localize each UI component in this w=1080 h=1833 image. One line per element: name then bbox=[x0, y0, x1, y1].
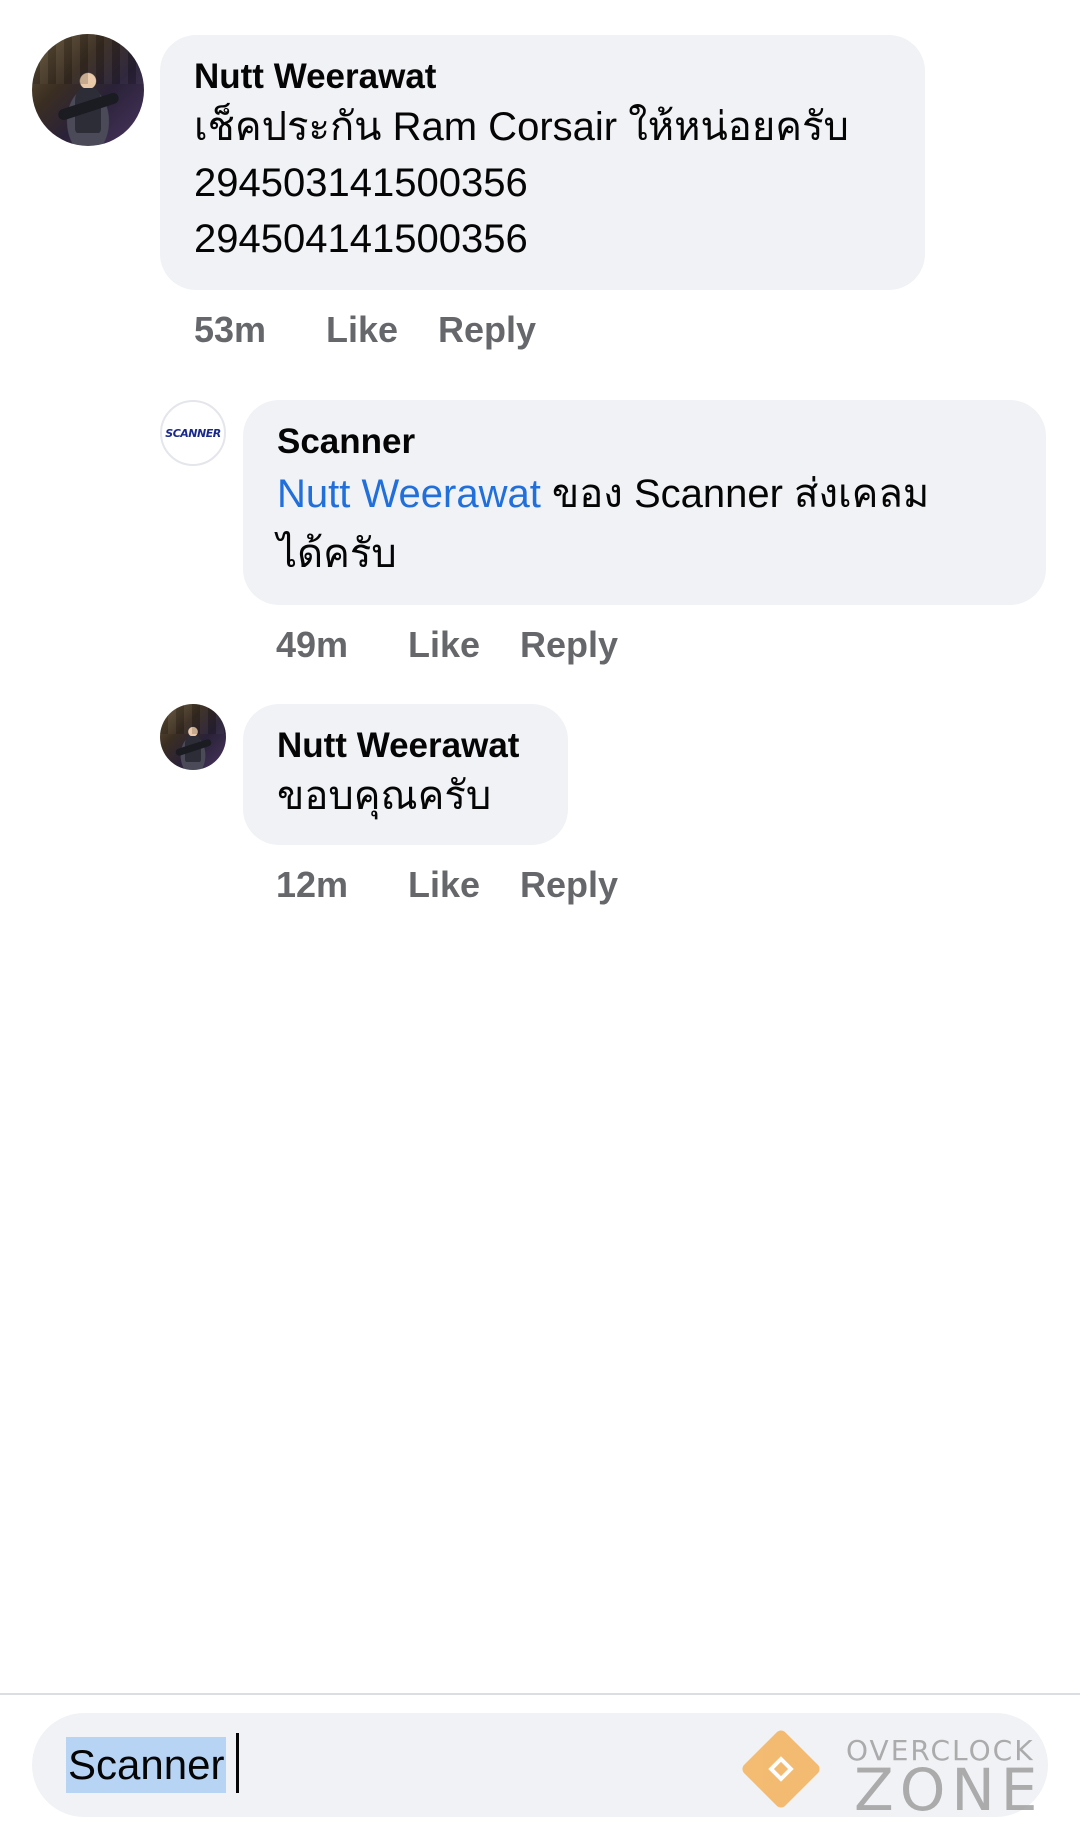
like-button[interactable]: Like bbox=[408, 624, 520, 666]
comment-timestamp[interactable]: 53m bbox=[194, 309, 326, 351]
reply-bubble: Scanner Nutt Weerawat ของ Scanner ส่งเคล… bbox=[243, 400, 1046, 605]
comment-author[interactable]: Nutt Weerawat bbox=[194, 55, 891, 99]
reply-bubble: Nutt Weerawat ขอบคุณครับ bbox=[243, 704, 568, 845]
reply-actions: 49m Like Reply bbox=[276, 624, 618, 666]
like-button[interactable]: Like bbox=[326, 309, 438, 351]
scanner-logo: SCANNER bbox=[165, 426, 221, 440]
reply-text-line: ได้ครับ bbox=[277, 532, 397, 576]
comment-text-line: เช็คประกัน Ram Corsair ให้หน่อยครับ bbox=[194, 105, 849, 149]
composer-divider bbox=[0, 1693, 1080, 1695]
watermark-diamond-icon bbox=[739, 1727, 823, 1811]
reply-text-body: ของ Scanner ส่งเคลม bbox=[540, 472, 930, 516]
comment-thread-page: Nutt Weerawat เช็คประกัน Ram Corsair ให้… bbox=[0, 0, 1080, 1833]
reply-button[interactable]: Reply bbox=[520, 624, 618, 666]
avatar-background-pattern bbox=[32, 34, 144, 85]
user-avatar[interactable] bbox=[32, 34, 144, 146]
watermark-text-bottom: ZONE bbox=[854, 1756, 1044, 1824]
comment-bubble: Nutt Weerawat เช็คประกัน Ram Corsair ให้… bbox=[160, 35, 925, 290]
comment-timestamp[interactable]: 12m bbox=[276, 864, 408, 906]
comment-author[interactable]: Scanner bbox=[277, 420, 1012, 464]
comment-text-line: 294503141500356 bbox=[194, 161, 528, 205]
reply-actions: 12m Like Reply bbox=[276, 864, 618, 906]
user-avatar[interactable] bbox=[160, 704, 226, 770]
watermark-chip-icon bbox=[768, 1756, 794, 1782]
scanner-avatar[interactable]: SCANNER bbox=[160, 400, 226, 466]
reply-text: Nutt Weerawat ของ Scanner ส่งเคลม bbox=[277, 464, 1012, 524]
overclockzone-watermark: OVERCLOCK ZONE bbox=[739, 1727, 1076, 1824]
comment-author[interactable]: Nutt Weerawat bbox=[277, 724, 534, 768]
comment-timestamp[interactable]: 49m bbox=[276, 624, 408, 666]
comment-input-value[interactable]: Scanner bbox=[66, 1737, 227, 1793]
comment-actions: 53m Like Reply bbox=[194, 309, 536, 351]
mention-link[interactable]: Nutt Weerawat bbox=[277, 472, 541, 516]
reply-button[interactable]: Reply bbox=[438, 309, 536, 351]
like-button[interactable]: Like bbox=[408, 864, 520, 906]
reply-button[interactable]: Reply bbox=[520, 864, 618, 906]
avatar-background-pattern bbox=[160, 704, 226, 734]
reply-text: ขอบคุณครับ bbox=[277, 774, 492, 818]
comment-text-line: 294504141500356 bbox=[194, 217, 528, 261]
text-caret bbox=[236, 1733, 239, 1793]
